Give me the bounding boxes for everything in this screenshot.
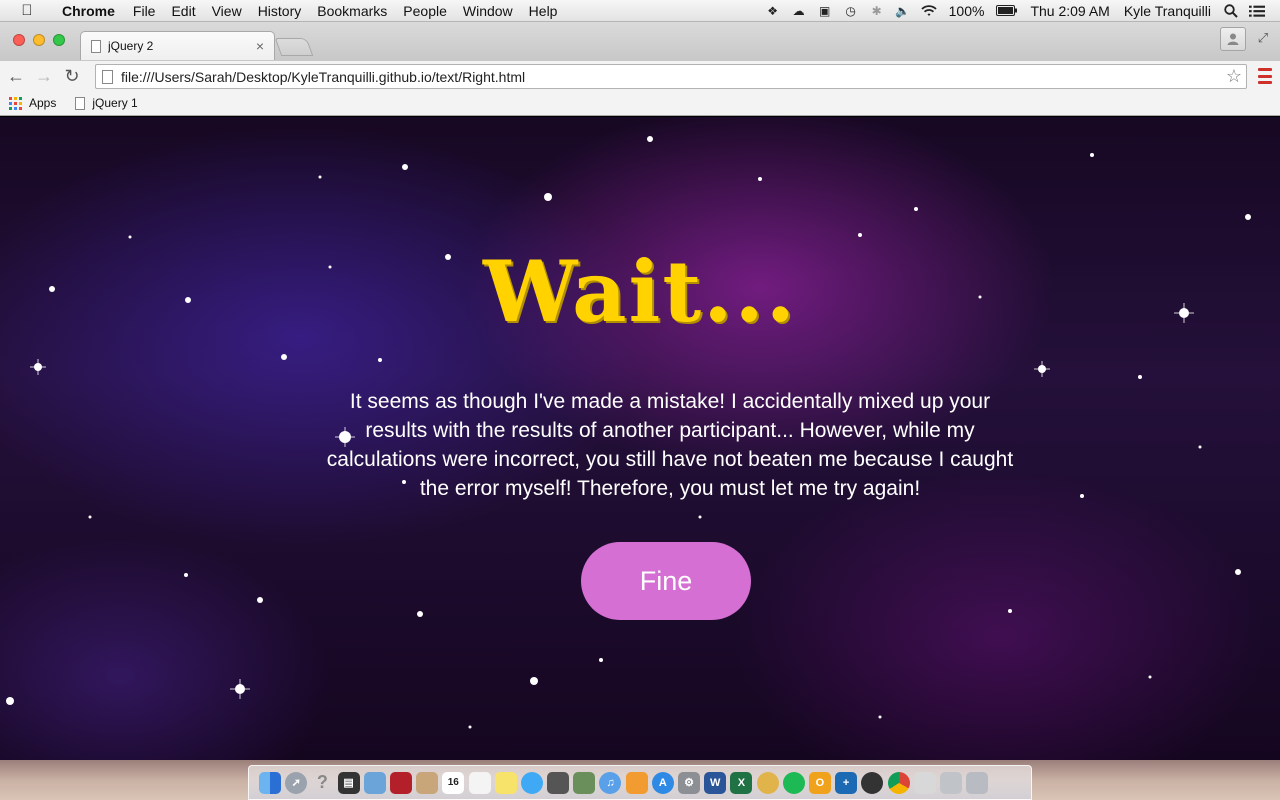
creative-cloud-icon[interactable]: ☁ (791, 4, 807, 18)
app-store-icon[interactable]: A (651, 771, 674, 794)
word-icon[interactable]: W (704, 771, 727, 794)
new-tab-button[interactable] (274, 38, 314, 56)
messages-icon[interactable] (520, 771, 543, 794)
menu-people[interactable]: People (395, 0, 455, 22)
page-viewport: Wait... It seems as though I've made a m… (0, 117, 1280, 760)
menu-bar:  Chrome File Edit View History Bookmark… (0, 0, 1280, 22)
forward-button[interactable]: → (32, 64, 56, 88)
apple-menu-icon[interactable]:  (18, 2, 36, 19)
menu-view[interactable]: View (204, 0, 250, 22)
outlook-icon[interactable]: O (808, 771, 831, 794)
menu-edit[interactable]: Edit (163, 0, 203, 22)
downloads-icon[interactable] (939, 771, 962, 794)
document-icon (75, 96, 86, 110)
textedit-icon[interactable] (468, 771, 491, 794)
close-window-button[interactable] (13, 34, 25, 46)
page-icon (102, 69, 113, 84)
tab-strip: jQuery 2 × ⤢ (0, 22, 1280, 60)
page-favicon-icon (91, 39, 101, 53)
activity-monitor-icon[interactable]: ▤ (337, 771, 360, 794)
bookmark-jquery-1[interactable]: jQuery 1 (75, 96, 138, 110)
battery-percent: 100% (948, 2, 985, 19)
fine-button[interactable]: Fine (581, 542, 751, 620)
photo-booth-icon[interactable] (389, 771, 412, 794)
itunes-icon[interactable]: ♫ (599, 771, 622, 794)
tab-close-icon[interactable]: × (256, 38, 264, 54)
chrome-menu-button[interactable] (1258, 68, 1272, 84)
menu-chrome[interactable]: Chrome (54, 0, 123, 22)
contacts-icon[interactable] (416, 771, 439, 794)
menu-file[interactable]: File (125, 0, 164, 22)
spotify-icon[interactable] (782, 771, 805, 794)
bookmark-apps-label: Apps (29, 96, 57, 110)
profile-button[interactable] (1220, 27, 1246, 51)
volume-icon[interactable]: 🔈 (895, 4, 911, 18)
address-bar[interactable]: file:///Users/Sarah/Desktop/KyleTranquil… (95, 64, 1247, 89)
apps-grid-icon (9, 96, 22, 110)
spotlight-icon[interactable] (1223, 3, 1239, 18)
dropbox-icon[interactable]: ❖ (765, 4, 781, 18)
terminal-icon[interactable]: + (835, 771, 858, 794)
browser-toolbar: ← → ↻ file:///Users/Sarah/Desktop/KyleTr… (0, 60, 1280, 91)
menu-bookmarks[interactable]: Bookmarks (309, 0, 395, 22)
menu-history[interactable]: History (250, 0, 310, 22)
stickies-icon[interactable] (494, 771, 517, 794)
time-machine-icon[interactable]: ◷ (843, 4, 859, 18)
cyberduck-icon[interactable] (756, 771, 779, 794)
tab-jquery-2[interactable]: jQuery 2 × (80, 31, 275, 60)
reload-button[interactable]: ↻ (60, 64, 84, 88)
dock: ➚ ? ▤ 16 ♫ A ⚙ W X O + (248, 765, 1032, 800)
github-icon[interactable] (861, 771, 884, 794)
calendar-icon[interactable]: 16 (442, 771, 465, 794)
bluetooth-icon[interactable]: ✱ (869, 4, 885, 18)
finder-icon[interactable] (259, 771, 281, 794)
menubar-clock[interactable]: Thu 2:09 AM (1023, 3, 1116, 19)
ibooks-icon[interactable] (625, 771, 648, 794)
wifi-icon[interactable] (921, 4, 937, 18)
menu-window[interactable]: Window (455, 0, 521, 22)
battery-icon[interactable] (996, 4, 1018, 18)
tab-title: jQuery 2 (108, 39, 154, 53)
display-icon[interactable]: ▣ (817, 4, 833, 18)
documents-icon[interactable] (913, 771, 936, 794)
page-heading: Wait... (483, 242, 797, 341)
facetime-icon[interactable] (547, 771, 570, 794)
chrome-icon[interactable] (887, 771, 910, 794)
minimize-window-button[interactable] (33, 34, 45, 46)
fullscreen-icon[interactable]: ⤢ (1254, 30, 1272, 48)
notification-center-icon[interactable] (1249, 4, 1265, 18)
person-icon (1227, 33, 1239, 45)
bookmarks-bar: Apps jQuery 1 (0, 91, 1280, 116)
page-content: Wait... It seems as though I've made a m… (0, 117, 1280, 760)
preview-icon[interactable] (363, 771, 386, 794)
bookmark-star-icon[interactable]: ☆ (1226, 66, 1246, 87)
bookmark-apps[interactable]: Apps (9, 96, 56, 110)
launchpad-icon[interactable]: ➚ (285, 771, 308, 794)
menu-help[interactable]: Help (521, 0, 566, 22)
help-icon[interactable]: ? (311, 772, 333, 794)
url-text[interactable]: file:///Users/Sarah/Desktop/KyleTranquil… (121, 69, 1226, 85)
photos-icon[interactable] (573, 771, 596, 794)
apology-message: It seems as though I've made a mistake! … (326, 390, 1014, 500)
bookmark-jquery-1-label: jQuery 1 (92, 96, 138, 110)
excel-icon[interactable]: X (730, 771, 753, 794)
menubar-user[interactable]: Kyle Tranquilli (1117, 3, 1218, 19)
system-preferences-icon[interactable]: ⚙ (678, 771, 700, 794)
back-button[interactable]: ← (4, 64, 28, 88)
zoom-window-button[interactable] (53, 34, 65, 46)
trash-icon[interactable] (966, 771, 989, 794)
